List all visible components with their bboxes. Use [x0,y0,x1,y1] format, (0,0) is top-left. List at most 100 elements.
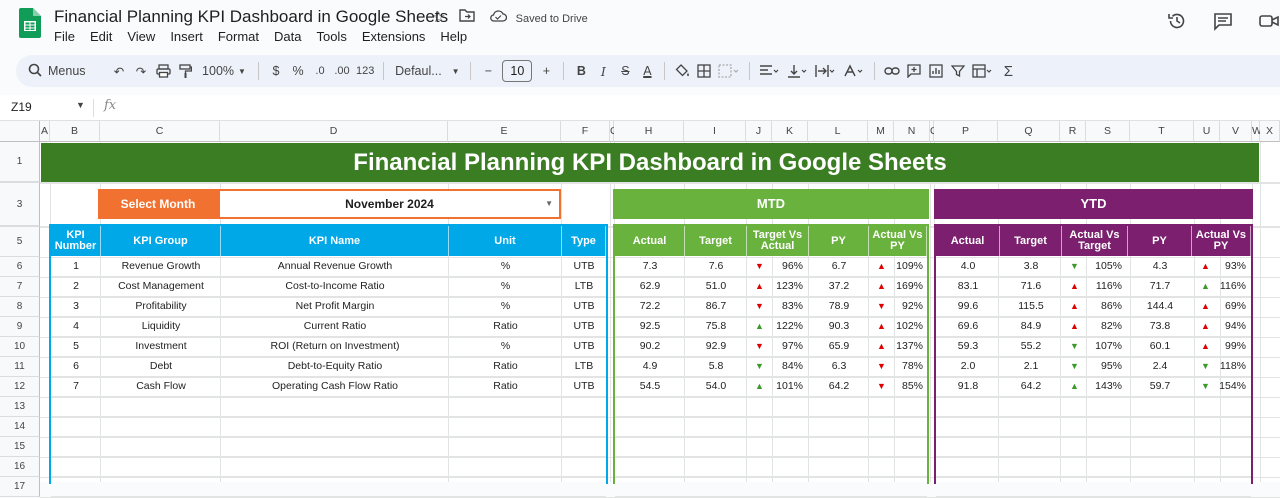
comments-icon[interactable] [1212,10,1234,32]
column-header[interactable]: T [1130,121,1194,142]
row-header[interactable]: 8 [0,297,40,317]
font-size-decrease-button[interactable]: − [477,59,499,83]
column-header[interactable]: F [561,121,610,142]
column-header[interactable]: H [614,121,684,142]
column-header[interactable]: S [1086,121,1130,142]
row-header[interactable]: 14 [0,417,40,437]
select-all-corner[interactable] [0,121,40,142]
column-header[interactable]: L [808,121,868,142]
mtd-target-cell: 7.6 [708,260,724,272]
row-header[interactable]: 3 [0,183,40,226]
text-wrapping-icon[interactable] [812,59,840,83]
row-header[interactable]: 10 [0,337,40,357]
menu-file[interactable]: File [54,29,75,44]
menu-extensions[interactable]: Extensions [362,29,426,44]
insert-comment-icon[interactable] [903,59,925,83]
column-header[interactable]: M [868,121,894,142]
borders-icon[interactable] [693,59,715,83]
column-header[interactable]: I [684,121,746,142]
filter-icon[interactable] [947,59,969,83]
move-folder-icon[interactable] [459,8,476,26]
meet-video-icon[interactable] [1258,10,1280,32]
print-icon[interactable] [152,59,174,83]
column-header[interactable]: J [746,121,772,142]
star-icon[interactable]: ☆ [432,8,445,26]
currency-format-button[interactable]: $ [265,59,287,83]
column-header[interactable]: U [1194,121,1220,142]
column-header[interactable]: K [772,121,808,142]
column-header[interactable]: Q [998,121,1060,142]
filter-views-icon[interactable] [969,59,997,83]
column-header[interactable]: N [894,121,930,142]
column-header[interactable]: B [50,121,100,142]
increase-decimal-button[interactable]: .00 [331,59,353,83]
column-header[interactable]: A [40,121,50,142]
merge-cells-icon[interactable] [715,59,743,83]
gridline [610,142,611,482]
functions-icon[interactable]: Σ [997,59,1019,83]
name-box[interactable]: Z19 [11,100,32,114]
menu-help[interactable]: Help [440,29,467,44]
decrease-decimal-button[interactable]: .0 [309,59,331,83]
chevron-down-icon[interactable]: ▼ [76,100,85,110]
column-header[interactable]: C [100,121,220,142]
column-header[interactable]: R [1060,121,1086,142]
row-header[interactable]: 17 [0,477,40,497]
column-header[interactable]: W [1252,121,1262,142]
column-header[interactable]: V [1220,121,1252,142]
fill-color-icon[interactable] [671,59,693,83]
font-size-increase-button[interactable]: + [535,59,557,83]
zoom-select[interactable]: 100% ▼ [196,59,252,83]
chevron-down-icon[interactable]: ▼ [545,191,553,217]
ytd-actual-cell: 2.0 [960,360,976,372]
percent-format-button[interactable]: % [287,59,309,83]
font-size-input[interactable]: 10 [502,60,533,82]
gridline [936,416,1251,417]
row-header[interactable]: 1 [0,142,40,182]
horizontal-align-icon[interactable] [756,59,784,83]
version-history-icon[interactable] [1166,10,1188,32]
row-header[interactable]: 13 [0,397,40,417]
vertical-align-icon[interactable] [784,59,812,83]
column-header[interactable]: E [448,121,561,142]
row-header[interactable]: 5 [0,227,40,257]
redo-icon[interactable]: ↷ [130,59,152,83]
cloud-saved-icon[interactable]: Saved to Drive [489,9,588,26]
dashboard-banner[interactable]: Financial Planning KPI Dashboard in Goog… [41,143,1259,182]
row-header[interactable]: 15 [0,437,40,457]
row-header[interactable]: 7 [0,277,40,297]
search-menus-button[interactable]: Menus [16,59,108,83]
row-header[interactable]: 9 [0,317,40,337]
insert-link-icon[interactable] [881,59,903,83]
row-header[interactable]: 16 [0,457,40,477]
menu-data[interactable]: Data [274,29,301,44]
strikethrough-icon[interactable]: S [614,59,636,83]
font-family-select[interactable]: Defaul... ▼ [390,59,464,83]
row-header[interactable]: 11 [0,357,40,377]
menu-insert[interactable]: Insert [170,29,203,44]
insert-chart-icon[interactable] [925,59,947,83]
menu-tools[interactable]: Tools [316,29,346,44]
menu-format[interactable]: Format [218,29,259,44]
kpi-cell: Cost-to-Income Ratio [285,280,385,292]
menu-view[interactable]: View [127,29,155,44]
document-title[interactable]: Financial Planning KPI Dashboard in Goog… [54,7,448,27]
undo-icon[interactable]: ↶ [108,59,130,83]
text-rotation-icon[interactable] [840,59,868,83]
menu-bar: File Edit View Insert Format Data Tools … [54,29,467,44]
cell-area[interactable]: Financial Planning KPI Dashboard in Goog… [40,142,1280,498]
paint-format-icon[interactable] [174,59,196,83]
row-header[interactable]: 12 [0,377,40,397]
select-month-dropdown[interactable]: November 2024 ▼ [218,189,561,219]
number-format-button[interactable]: 123 [353,59,377,83]
sheets-logo-icon[interactable] [19,8,41,38]
column-header[interactable]: D [220,121,448,142]
column-header[interactable]: X [1260,121,1280,142]
column-header[interactable]: P [934,121,998,142]
italic-icon[interactable]: I [592,59,614,83]
text-color-icon[interactable]: A [636,59,658,83]
bold-icon[interactable]: B [570,59,592,83]
row-header[interactable]: 6 [0,257,40,277]
menu-edit[interactable]: Edit [90,29,112,44]
gridline [615,456,927,457]
